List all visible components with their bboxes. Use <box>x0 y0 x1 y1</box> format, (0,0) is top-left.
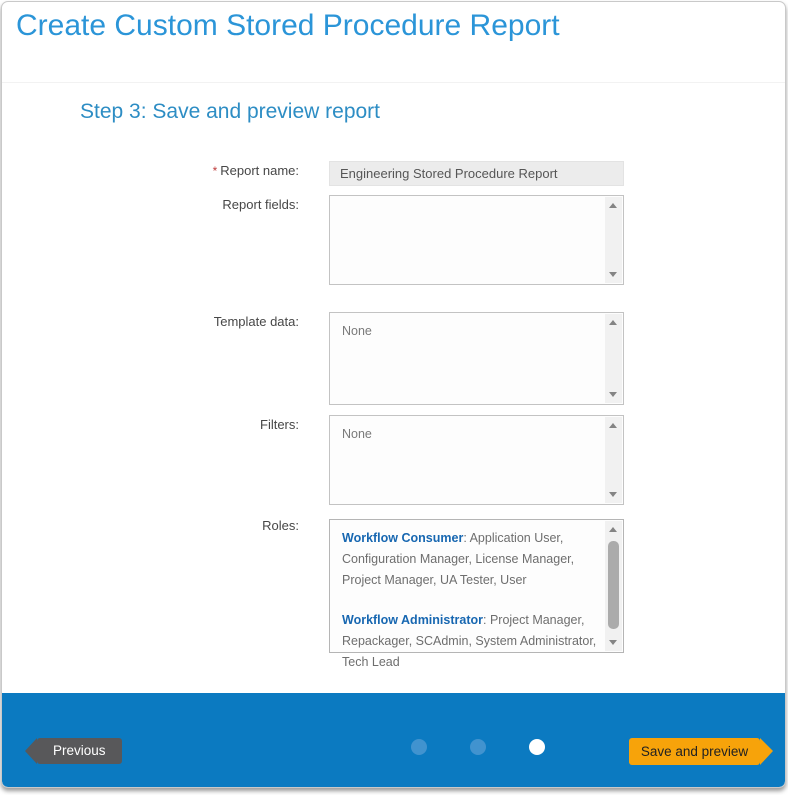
scroll-up-arrow-icon[interactable] <box>609 203 617 208</box>
wizard-footer-bar: Previous Save and preview <box>2 693 785 787</box>
roles-listbox[interactable]: Workflow Consumer: Application User, Con… <box>329 519 624 653</box>
role-name: Workflow Consumer <box>342 531 463 545</box>
scrollbar[interactable] <box>605 314 622 403</box>
report-fields-listbox[interactable] <box>329 195 624 285</box>
scroll-down-arrow-icon[interactable] <box>609 640 617 645</box>
scroll-down-arrow-icon[interactable] <box>609 492 617 497</box>
step-dot-1 <box>411 739 427 755</box>
role-name: Workflow Administrator <box>342 613 483 627</box>
scroll-down-arrow-icon[interactable] <box>609 272 617 277</box>
step-dot-2 <box>470 739 486 755</box>
step-dot-3 <box>529 739 545 755</box>
report-name-label-text: Report name: <box>220 163 299 178</box>
roles-content: Workflow Consumer: Application User, Con… <box>330 520 623 681</box>
required-asterisk: * <box>213 164 218 178</box>
role-entry: Workflow Consumer: Application User, Con… <box>342 528 599 591</box>
role-separator: : <box>483 613 490 627</box>
step-heading: Step 3: Save and preview report <box>80 100 380 124</box>
template-data-label: Template data: <box>22 314 299 329</box>
scroll-up-arrow-icon[interactable] <box>609 423 617 428</box>
report-fields-value <box>330 196 623 212</box>
report-fields-label: Report fields: <box>22 197 299 212</box>
filters-label: Filters: <box>22 417 299 432</box>
scroll-up-arrow-icon[interactable] <box>609 527 617 532</box>
template-data-listbox[interactable]: None <box>329 312 624 405</box>
role-entry: Workflow Administrator: Project Manager,… <box>342 610 599 673</box>
filters-value: None <box>330 416 623 452</box>
scrollbar[interactable] <box>605 197 622 283</box>
title-divider <box>2 82 785 83</box>
template-data-value: None <box>330 313 623 349</box>
roles-label: Roles: <box>22 518 299 533</box>
wizard-dialog: Create Custom Stored Procedure Report St… <box>1 1 786 788</box>
scrollbar[interactable] <box>605 521 622 651</box>
scrollbar[interactable] <box>605 417 622 503</box>
page-title: Create Custom Stored Procedure Report <box>16 9 560 43</box>
scroll-up-arrow-icon[interactable] <box>609 320 617 325</box>
filters-listbox[interactable]: None <box>329 415 624 505</box>
scroll-down-arrow-icon[interactable] <box>609 392 617 397</box>
report-name-input[interactable]: Engineering Stored Procedure Report <box>329 161 624 186</box>
save-and-preview-button[interactable]: Save and preview <box>629 738 760 765</box>
report-name-label: *Report name: <box>22 163 299 178</box>
previous-button[interactable]: Previous <box>37 738 122 764</box>
scrollbar-thumb[interactable] <box>608 541 619 629</box>
